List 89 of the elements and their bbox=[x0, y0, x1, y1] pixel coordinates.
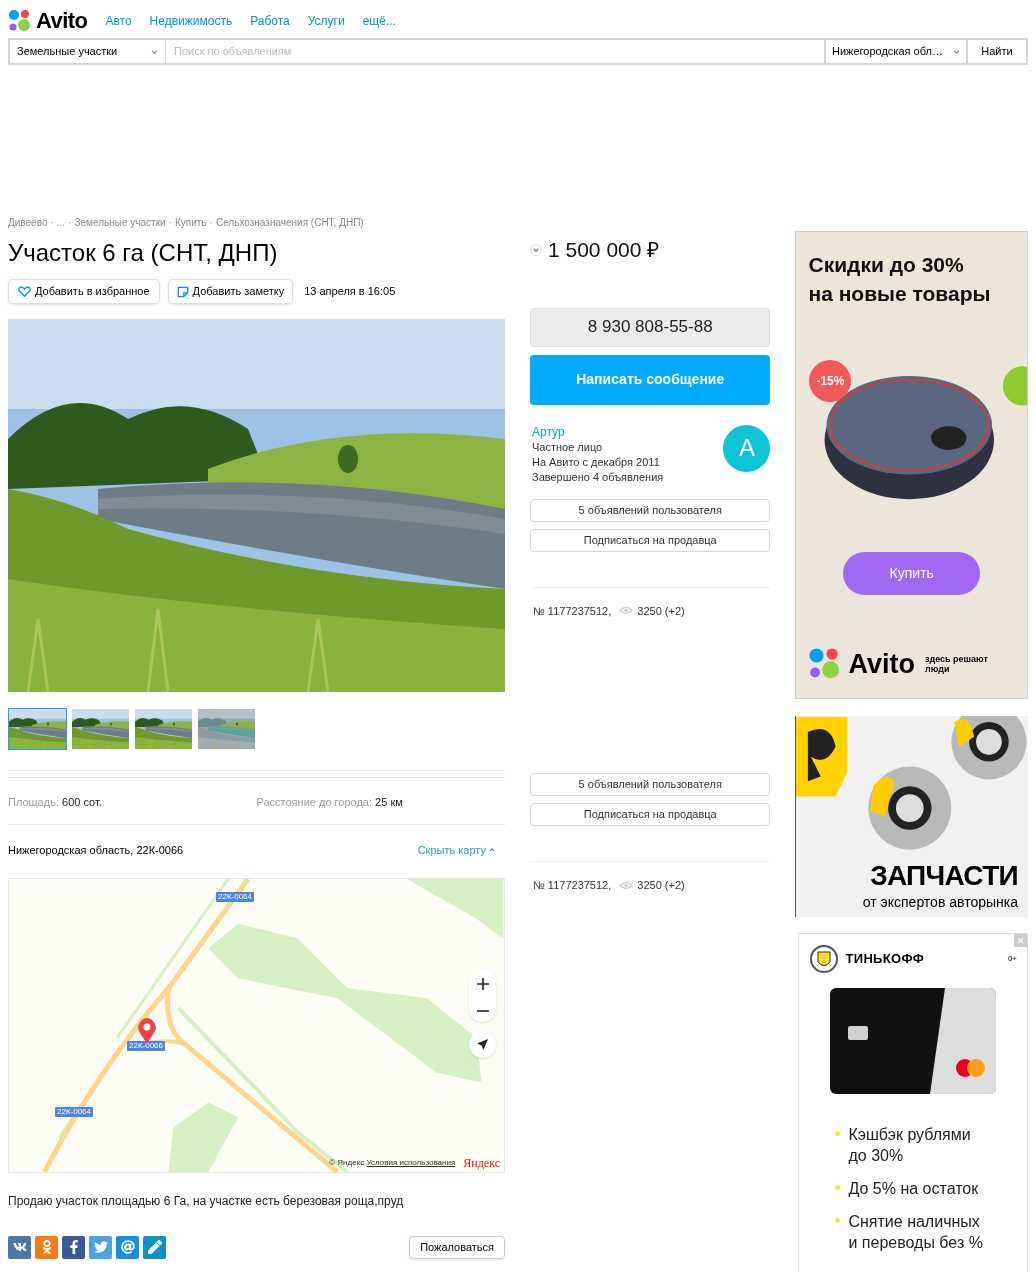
chevron-icon bbox=[953, 49, 960, 54]
benefit-text: Кэшбэк рублями до 30% bbox=[848, 1125, 971, 1166]
breadcrumb-separator: · bbox=[168, 216, 172, 230]
description: Продаю участок площадью 6 Га, на участке есть березовая роща,пруд bbox=[8, 1192, 405, 1210]
seller-info: На Авито с декабря 2011 bbox=[532, 454, 661, 470]
nav-link[interactable]: Работа bbox=[250, 12, 290, 33]
chevron-icon bbox=[151, 49, 158, 54]
thumbnail[interactable] bbox=[197, 708, 256, 750]
region-select[interactable]: Нижегородская обл… bbox=[824, 40, 966, 63]
search-bar[interactable]: Земельные участки Поиск по объявлениям Нижегородская обл… Найти bbox=[8, 38, 1028, 65]
breadcrumb-link[interactable]: Купить bbox=[174, 215, 207, 230]
ad-number: № 1177237512, bbox=[533, 878, 612, 893]
minus-icon bbox=[476, 1009, 489, 1012]
publish-date: 13 апреля в 16:05 bbox=[304, 284, 396, 300]
note-button[interactable]: Добавить заметку bbox=[167, 279, 294, 304]
nav-link[interactable]: ещё... bbox=[362, 12, 396, 33]
category-select[interactable]: Земельные участки bbox=[10, 40, 166, 63]
ad-banner[interactable]: ТИНЬКОФФ 0+ Кэшбэк рублями до 30% До 5% на остаток Снятие наличных и переводы без % bbox=[798, 933, 1028, 1272]
at-sign-icon[interactable] bbox=[116, 1235, 139, 1259]
road-label: 22К-0064 bbox=[55, 1106, 94, 1117]
benefit-text: Снятие наличных и переводы без % bbox=[848, 1212, 983, 1253]
thumbnail[interactable] bbox=[134, 708, 193, 750]
seller-button[interactable]: Подписаться на продавца bbox=[530, 528, 771, 552]
age-rating: 0+ bbox=[1007, 953, 1017, 965]
view-count: 3250 (+2) bbox=[637, 603, 685, 619]
heart-icon bbox=[18, 286, 31, 297]
ad-banner[interactable]: ЗАПЧАСТИ от экспертов авторынка bbox=[795, 716, 1028, 917]
logo-dots-icon bbox=[8, 9, 32, 33]
breadcrumb-link[interactable]: Дивеево bbox=[8, 215, 48, 230]
ad-headline: на новые товары bbox=[808, 281, 992, 307]
ad-number: № 1177237512, bbox=[533, 603, 612, 619]
benefit-text: До 5% на остаток bbox=[848, 1179, 979, 1199]
map[interactable]: 22К-0064 22К-0066 22К-0064 © Яндекс Условия использования Яндекс bbox=[8, 877, 505, 1173]
thumbnail[interactable] bbox=[71, 708, 130, 750]
complaint-button[interactable]: Пожаловаться bbox=[409, 1235, 505, 1259]
zoom-in-button[interactable] bbox=[476, 978, 489, 991]
nav-link[interactable]: Авто bbox=[105, 12, 132, 33]
bank-logo: ТИНЬКОФФ bbox=[845, 950, 925, 969]
thumbnail[interactable] bbox=[8, 708, 67, 750]
avito-logo[interactable]: Avito bbox=[36, 10, 88, 32]
nav-link[interactable]: Недвижимость bbox=[149, 12, 233, 33]
ad-banner[interactable]: Скидки до 30% на новые товары -15% Купить Avito здесь решают люди bbox=[795, 231, 1028, 699]
location-pin-icon bbox=[137, 1017, 157, 1044]
ad-slogan: здесь решают bbox=[924, 654, 988, 664]
yandex-logo: Яндекс bbox=[463, 1156, 500, 1169]
ad-headline: Скидки до 30% bbox=[808, 252, 965, 278]
seller-button[interactable]: 5 объявлений пользователя bbox=[530, 498, 771, 522]
seller-info: Частное лицо bbox=[532, 439, 604, 455]
ad-subline: от экспертов авторынка bbox=[862, 893, 1018, 912]
address: Нижегородская область, 22К-0066 bbox=[8, 843, 184, 858]
view-count: 3250 (+2) bbox=[637, 878, 685, 893]
facebook-icon[interactable] bbox=[62, 1235, 85, 1259]
price: 1 500 000 ₽ bbox=[548, 237, 660, 263]
terms-link[interactable]: Условия использования bbox=[366, 1157, 456, 1167]
breadcrumb-link[interactable]: Земельные участки bbox=[74, 215, 166, 230]
parameter: Расстояние до города: 25 км bbox=[256, 795, 404, 808]
avito-ad-logo: Avito bbox=[848, 650, 915, 678]
ad-headline: ЗАПЧАСТИ bbox=[870, 860, 1018, 892]
breadcrumb-separator: · bbox=[209, 216, 213, 230]
search-button[interactable]: Найти bbox=[966, 40, 1026, 63]
vk-icon[interactable] bbox=[8, 1235, 31, 1259]
breadcrumb-link[interactable]: ... bbox=[56, 215, 66, 230]
seller-button[interactable]: Подписаться на продавца bbox=[530, 803, 771, 826]
note-icon bbox=[176, 285, 189, 298]
listing-title: Участок 6 га (СНТ, ДНП) bbox=[8, 239, 279, 267]
zoom-out-button[interactable] bbox=[476, 1009, 489, 1012]
map-copyright: © Яндекс Условия использования bbox=[329, 1156, 456, 1169]
favorite-button[interactable]: Добавить в избранное bbox=[8, 279, 160, 304]
breadcrumb-separator: · bbox=[50, 216, 54, 230]
search-field[interactable]: Поиск по объявлениям bbox=[166, 40, 824, 63]
plus-icon bbox=[476, 978, 489, 991]
arrow-pointer-icon bbox=[477, 1038, 488, 1050]
parameter: Площадь: 600 сот. bbox=[8, 795, 103, 808]
ad-slogan: люди bbox=[924, 664, 951, 674]
buy-button[interactable]: Купить bbox=[843, 552, 981, 595]
eye-icon bbox=[619, 606, 634, 616]
nav-link[interactable]: Услуги bbox=[307, 12, 345, 33]
phone-button[interactable]: 8 930 808-55-88 bbox=[530, 307, 771, 347]
chevron-up-icon bbox=[489, 848, 495, 853]
road-label: 22К-0064 bbox=[216, 891, 255, 902]
crest-icon bbox=[809, 944, 840, 974]
discount-badge: -15% bbox=[809, 360, 852, 402]
breadcrumb-link[interactable]: Сельхозназначения (СНТ, ДНП) bbox=[215, 215, 364, 230]
breadcrumb-separator: · bbox=[68, 216, 72, 230]
pen-icon[interactable] bbox=[143, 1235, 166, 1259]
seller-button[interactable]: 5 объявлений пользователя bbox=[530, 773, 771, 796]
eye-icon bbox=[619, 880, 634, 890]
seller-info: Завершено 4 объявления bbox=[532, 469, 664, 485]
locate-button[interactable] bbox=[469, 1030, 496, 1058]
